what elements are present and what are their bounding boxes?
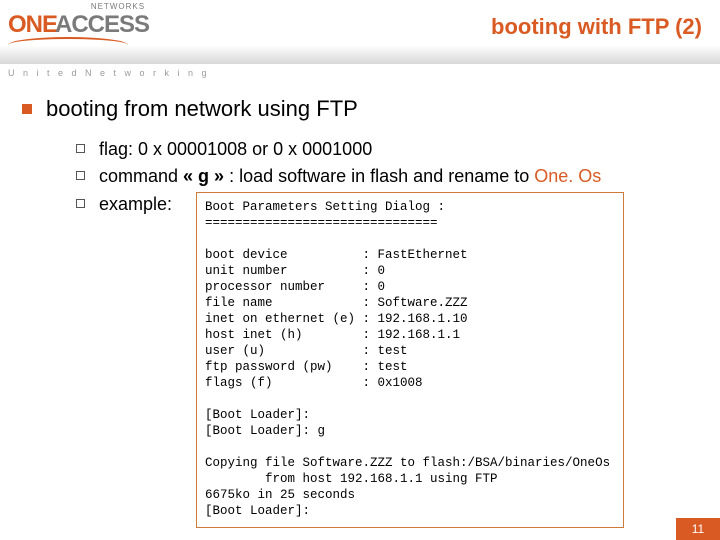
sub-bullet-example-text: example: — [99, 193, 172, 216]
sub-bullet-flag-text: flag: 0 x 00001008 or 0 x 0001000 — [99, 138, 372, 161]
slide-header: NETWORKS ONE ACCESS booting with FTP (2) — [0, 0, 720, 64]
hollow-square-icon — [76, 171, 85, 180]
logo-one-text: ONE — [8, 11, 57, 39]
page-number: 11 — [676, 518, 720, 540]
hollow-square-icon — [76, 144, 85, 153]
main-bullet: booting from network using FTP — [22, 96, 698, 122]
tagline: U n i t e d N e t w o r k i n g — [8, 68, 210, 78]
command-mid: : load software in flash and rename to — [224, 166, 534, 186]
sub-bullet-command: command « g » : load software in flash a… — [76, 165, 698, 188]
terminal-output: Boot Parameters Setting Dialog : =======… — [196, 192, 624, 528]
sub-bullet-flag: flag: 0 x 00001008 or 0 x 0001000 — [76, 138, 698, 161]
command-pre: command — [99, 166, 183, 186]
logo-networks-text: NETWORKS — [8, 2, 145, 11]
hollow-square-icon — [76, 199, 85, 208]
command-g: « g » — [183, 166, 224, 186]
command-brand: One. Os — [534, 166, 601, 186]
slide-title: booting with FTP (2) — [491, 14, 702, 40]
bullet-square-icon — [22, 104, 32, 114]
logo-access-text: ACCESS — [55, 11, 149, 39]
logo: NETWORKS ONE ACCESS — [8, 6, 149, 45]
sub-bullet-command-text: command « g » : load software in flash a… — [99, 165, 601, 188]
main-bullet-text: booting from network using FTP — [46, 96, 358, 122]
